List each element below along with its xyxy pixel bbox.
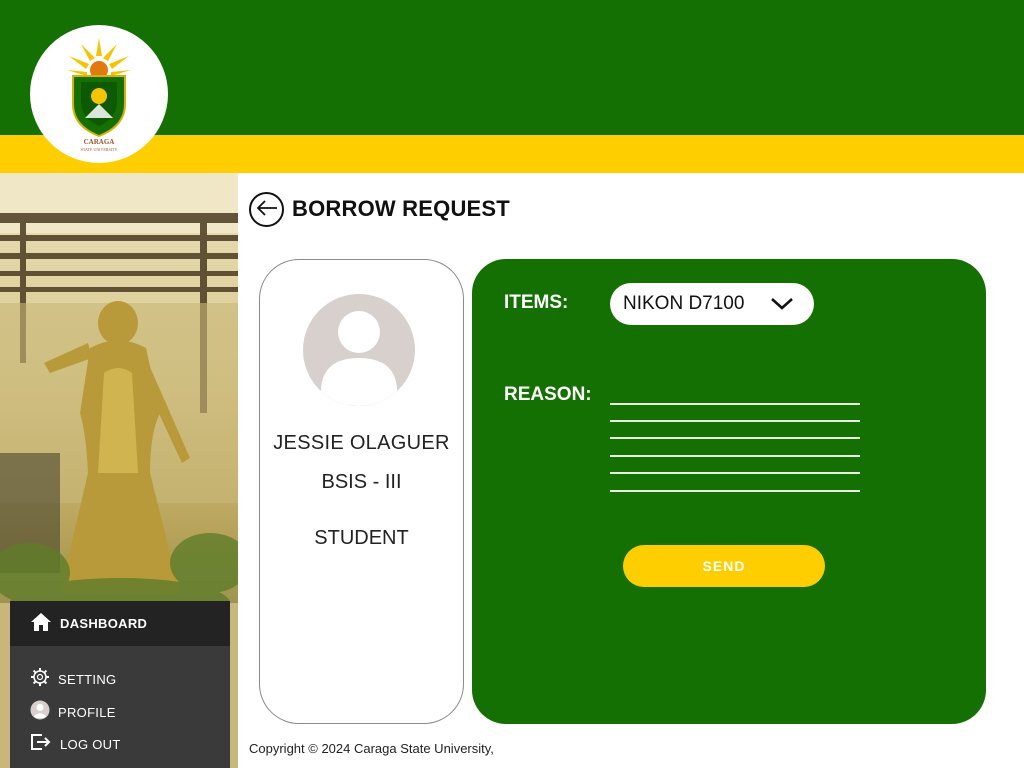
chevron-down-icon [770,294,794,316]
sidebar-item-label: LOG OUT [60,736,121,752]
profile-course: BSIS - III [321,471,402,493]
sidebar-item-setting[interactable]: SETTING [10,665,230,693]
sidebar-item-profile[interactable]: PROFILE [10,698,230,726]
profile-name: JESSIE OLAGUER [273,432,450,454]
sidebar-item-label: PROFILE [58,704,116,720]
sidebar-item-logout[interactable]: LOG OUT [10,730,230,758]
items-select[interactable]: NIKON D7100 [610,283,814,325]
seal-lettering: CARAGA [84,138,115,146]
items-selected-value: NIKON D7100 [623,293,745,314]
avatar [301,292,417,408]
sidebar-item-label: DASHBOARD [60,616,148,631]
back-button[interactable] [249,192,284,227]
items-label: ITEMS: [504,292,569,313]
user-avatar-icon [321,311,397,406]
profile-role: STUDENT [314,527,409,549]
reason-line [610,490,860,492]
logout-icon [30,732,52,756]
reason-line [610,455,860,457]
home-icon [30,612,52,636]
sidebar-item-dashboard[interactable]: DASHBOARD [10,601,230,646]
university-seal-icon: CARAGA STATE UNIVERSITY [67,38,131,152]
university-logo: CARAGA STATE UNIVERSITY [30,25,168,163]
sidebar-nav: DASHBOARD SETTING PROFILE LOG OUT [10,601,230,768]
header-accent-band [0,135,1024,173]
send-button[interactable]: SEND [623,545,825,587]
gear-icon [30,667,50,691]
svg-text:STATE UNIVERSITY: STATE UNIVERSITY [81,147,118,152]
reason-line [610,472,860,474]
borrow-form: ITEMS: NIKON D7100 REASON: SEND [472,259,986,724]
arrow-left-icon [256,199,278,220]
reason-label: REASON: [504,384,592,405]
page-title: BORROW REQUEST [292,196,510,221]
borrow-request-page: CARAGA STATE UNIVERSITY DASHBOARD SETTIN… [0,0,1024,768]
send-button-label: SEND [702,558,746,574]
reason-line [610,403,860,405]
reason-textarea[interactable] [610,387,860,495]
reason-line [610,437,860,439]
reason-line [610,420,860,422]
profile-card: JESSIE OLAGUER BSIS - III STUDENT [259,259,464,724]
user-icon [30,700,50,724]
sidebar-item-label: SETTING [58,671,117,687]
footer-copyright: Copyright © 2024 Caraga State University… [249,741,494,756]
